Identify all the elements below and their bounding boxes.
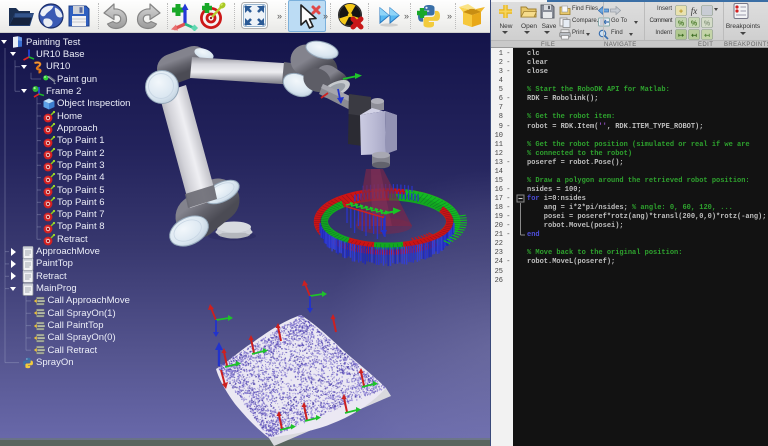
svg-text:↦: ↦ [678,33,684,40]
svg-text:↤: ↤ [691,33,697,40]
svg-text:+: + [679,9,683,16]
svg-text:%: % [704,21,711,28]
svg-text:%: % [678,21,685,28]
svg-text:↤: ↤ [704,33,710,40]
svg-text:fx: fx [691,6,698,16]
svg-text:%: % [691,21,698,28]
